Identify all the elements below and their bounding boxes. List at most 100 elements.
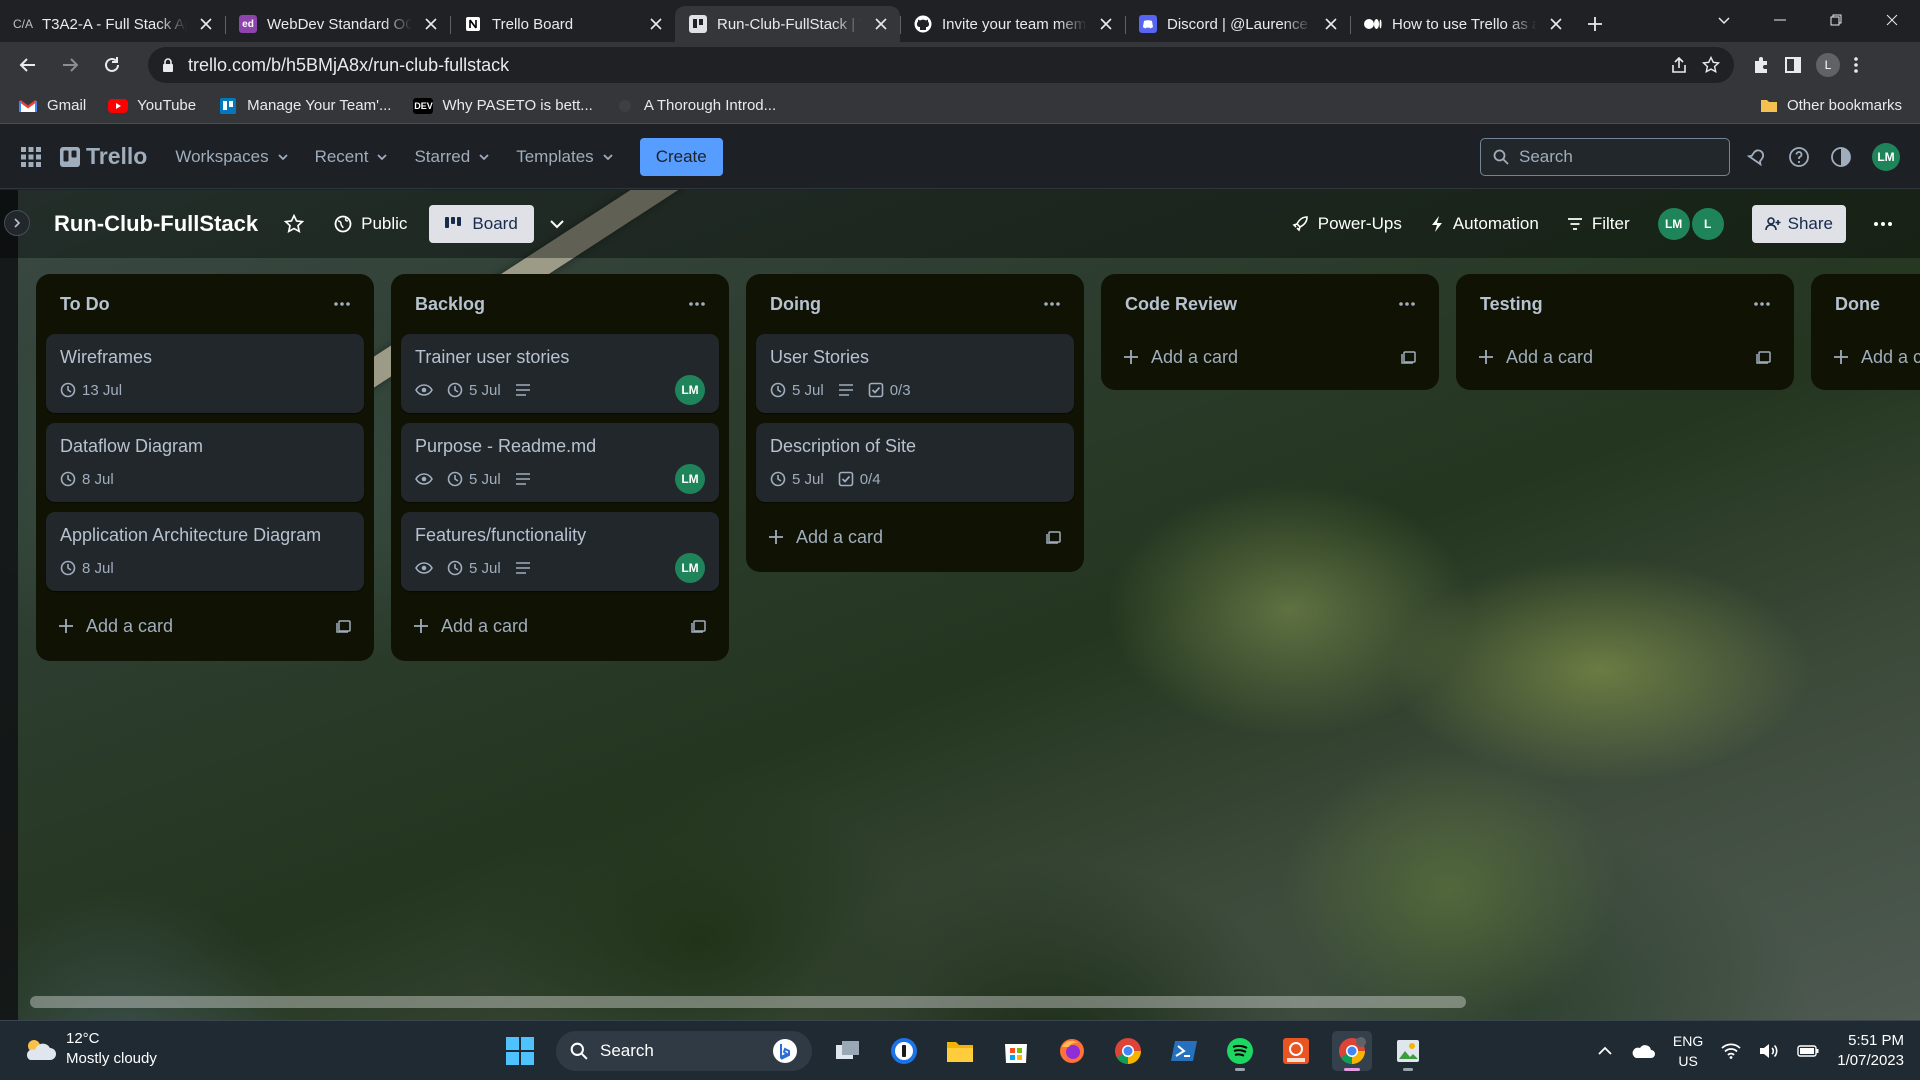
views-chevron-down-icon[interactable] — [548, 215, 566, 233]
create-from-template-icon[interactable] — [691, 618, 707, 634]
card-member-avatar[interactable]: LM — [675, 464, 705, 494]
file-explorer-icon[interactable] — [940, 1031, 980, 1071]
kebab-menu-icon[interactable] — [1854, 57, 1858, 73]
automation-button[interactable]: Automation — [1430, 214, 1539, 234]
list-title[interactable]: Backlog — [415, 294, 485, 315]
due-date-badge[interactable]: 5 Jul — [770, 471, 824, 488]
add-card-button[interactable]: Add a card — [1821, 334, 1920, 380]
browser-tab[interactable]: Run-Club-FullStack | Trello — [675, 6, 900, 42]
power-ups-button[interactable]: Power-Ups — [1291, 214, 1402, 234]
close-tab-icon[interactable] — [197, 15, 215, 33]
menu-templates[interactable]: Templates — [516, 147, 613, 167]
create-from-template-icon[interactable] — [1401, 349, 1417, 365]
star-board-icon[interactable] — [284, 214, 305, 234]
bookmark-item[interactable]: A Thorough Introd... — [614, 97, 776, 114]
onedrive-cloud-icon[interactable] — [1631, 1043, 1655, 1059]
member-avatar[interactable]: LM — [1657, 208, 1690, 240]
card-member-avatar[interactable]: LM — [675, 553, 705, 583]
input-language[interactable]: ENG US — [1673, 1031, 1703, 1071]
list-menu-dots-icon[interactable] — [1754, 302, 1770, 306]
create-from-template-icon[interactable] — [1046, 529, 1062, 545]
board-view-button[interactable]: Board — [429, 205, 534, 243]
browser-tab[interactable]: Trello Board — [450, 6, 675, 42]
tray-chevron-up-icon[interactable] — [1597, 1043, 1613, 1059]
list-title[interactable]: Code Review — [1125, 294, 1237, 315]
firefox-icon[interactable] — [1052, 1031, 1092, 1071]
browser-tab[interactable]: ed WebDev Standard OC — [225, 6, 450, 42]
due-date-badge[interactable]: 5 Jul — [447, 560, 501, 577]
list-title[interactable]: Done — [1835, 294, 1880, 315]
profile-avatar[interactable]: L — [1816, 53, 1840, 77]
chrome-active-icon[interactable] — [1332, 1031, 1372, 1071]
card-member-avatar[interactable]: LM — [675, 375, 705, 405]
bookmark-item[interactable]: Gmail — [18, 97, 86, 114]
spotify-icon[interactable] — [1220, 1031, 1260, 1071]
extensions-puzzle-icon[interactable] — [1752, 56, 1770, 74]
visibility-button[interactable]: Public — [334, 214, 407, 234]
close-window-button[interactable] — [1864, 0, 1920, 40]
due-date-badge[interactable]: 5 Jul — [447, 382, 501, 399]
minimize-button[interactable] — [1752, 0, 1808, 40]
add-card-button[interactable]: Add a card — [756, 512, 1074, 562]
browser-tab[interactable]: Discord | @Laurence — [1125, 6, 1350, 42]
side-panel-icon[interactable] — [1784, 56, 1802, 74]
back-button[interactable] — [10, 47, 46, 83]
list-title[interactable]: To Do — [60, 294, 110, 315]
windows-search-box[interactable]: Search — [556, 1031, 812, 1071]
create-from-template-icon[interactable] — [336, 618, 352, 634]
wifi-icon[interactable] — [1721, 1043, 1741, 1059]
member-avatar[interactable]: L — [1691, 208, 1724, 240]
task-view-icon[interactable] — [828, 1031, 868, 1071]
add-card-button[interactable]: Add a card — [401, 601, 719, 651]
new-tab-button[interactable] — [1575, 6, 1615, 42]
close-tab-icon[interactable] — [647, 15, 665, 33]
other-bookmarks-folder[interactable]: Other bookmarks — [1760, 97, 1902, 114]
image-viewer-icon[interactable] — [1388, 1031, 1428, 1071]
add-card-button[interactable]: Add a card — [46, 601, 364, 651]
1password-icon[interactable] — [884, 1031, 924, 1071]
due-date-badge[interactable]: 13 Jul — [60, 382, 122, 399]
list-menu-dots-icon[interactable] — [689, 302, 705, 306]
menu-workspaces[interactable]: Workspaces — [175, 147, 288, 167]
chrome-icon[interactable] — [1108, 1031, 1148, 1071]
share-page-icon[interactable] — [1670, 56, 1688, 74]
card[interactable]: Application Architecture Diagram 8 Jul — [46, 512, 364, 591]
start-button[interactable] — [500, 1031, 540, 1071]
board-horizontal-scrollbar[interactable] — [30, 996, 1466, 1008]
weather-widget[interactable]: 12°C Mostly cloudy — [22, 1029, 157, 1069]
card[interactable]: Features/functionality 5 Jul LM — [401, 512, 719, 591]
close-tab-icon[interactable] — [1097, 15, 1115, 33]
reload-button[interactable] — [94, 47, 130, 83]
powershell-icon[interactable] — [1164, 1031, 1204, 1071]
list-menu-dots-icon[interactable] — [334, 302, 350, 306]
ubuntu-terminal-icon[interactable] — [1276, 1031, 1316, 1071]
tab-search-chevron-icon[interactable] — [1696, 0, 1752, 40]
share-button[interactable]: Share — [1751, 205, 1846, 243]
due-date-badge[interactable]: 8 Jul — [60, 560, 114, 577]
user-avatar[interactable]: LM — [1872, 143, 1900, 171]
menu-starred[interactable]: Starred — [414, 147, 490, 167]
card[interactable]: Dataflow Diagram 8 Jul — [46, 423, 364, 502]
add-card-button[interactable]: Add a card — [1466, 334, 1784, 380]
bookmark-item[interactable]: DEV Why PASETO is bett... — [413, 97, 593, 114]
card[interactable]: Trainer user stories 5 Jul LM — [401, 334, 719, 413]
bookmark-item[interactable]: YouTube — [108, 97, 196, 114]
filter-button[interactable]: Filter — [1567, 214, 1630, 234]
due-date-badge[interactable]: 5 Jul — [447, 471, 501, 488]
app-switcher-icon[interactable] — [20, 146, 42, 168]
browser-tab[interactable]: Invite your team members — [900, 6, 1125, 42]
restore-button[interactable] — [1808, 0, 1864, 40]
add-card-button[interactable]: Add a card — [1111, 334, 1429, 380]
bookmark-item[interactable]: Manage Your Team'... — [218, 97, 391, 114]
notifications-icon[interactable] — [1746, 146, 1768, 168]
bookmark-star-icon[interactable] — [1702, 56, 1720, 74]
help-icon[interactable] — [1788, 146, 1810, 168]
due-date-badge[interactable]: 8 Jul — [60, 471, 114, 488]
list-title[interactable]: Doing — [770, 294, 821, 315]
card[interactable]: Wireframes 13 Jul — [46, 334, 364, 413]
board-menu-dots-icon[interactable] — [1874, 222, 1892, 226]
close-tab-icon[interactable] — [422, 15, 440, 33]
close-tab-icon[interactable] — [1547, 15, 1565, 33]
close-tab-icon[interactable] — [872, 15, 890, 33]
forward-button[interactable] — [52, 47, 88, 83]
